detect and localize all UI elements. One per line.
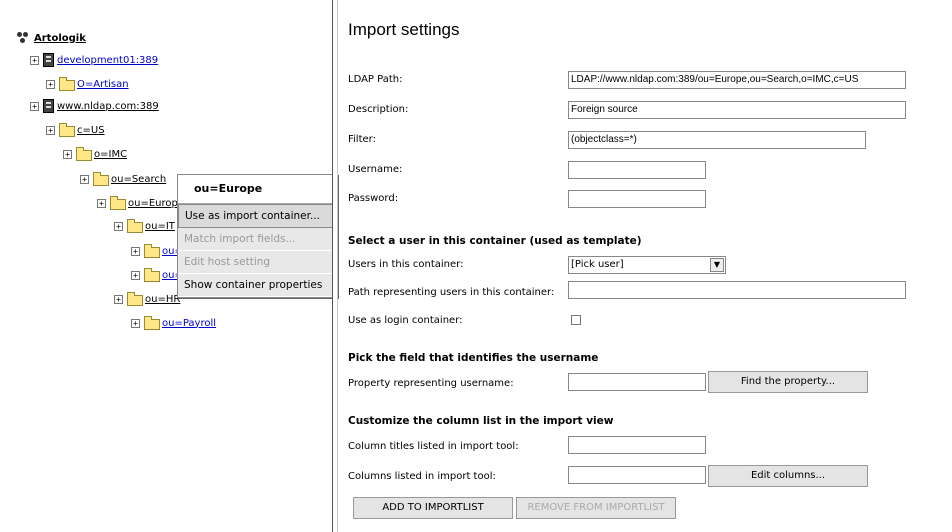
expand-icon[interactable]: + [46, 79, 55, 89]
folder-icon [144, 315, 160, 330]
users-label: Users in this container: [348, 259, 464, 270]
col-titles-label: Column titles listed in import tool: [348, 441, 519, 452]
find-property-button[interactable]: Find the property... [708, 371, 868, 393]
expand-icon[interactable]: + [131, 246, 140, 256]
add-to-importlist-button[interactable]: ADD TO IMPORTLIST [353, 497, 513, 519]
tree-node[interactable]: + www.nldap.com:389 [30, 99, 159, 113]
password-input[interactable] [568, 190, 706, 208]
edit-columns-button[interactable]: Edit columns... [708, 465, 868, 487]
remove-from-importlist-button[interactable]: REMOVE FROM IMPORTLIST [516, 497, 676, 519]
login-container-label: Use as login container: [348, 315, 463, 326]
expand-icon[interactable]: + [63, 149, 72, 159]
tree-node-label[interactable]: ou=HR [145, 294, 180, 305]
tree-root-label[interactable]: Artologik [34, 33, 86, 44]
filter-input[interactable]: (objectclass=*) [568, 131, 866, 149]
context-menu: ou=Europe Use as import container... Mat… [177, 174, 338, 298]
tree-panel: Artologik + development01:389 + O=Artisa… [0, 0, 338, 532]
property-input[interactable] [568, 373, 706, 391]
tree-root[interactable]: Artologik [17, 31, 86, 45]
expand-icon[interactable]: + [131, 270, 140, 280]
filter-label: Filter: [348, 134, 376, 145]
tree-node[interactable]: + ou=HR [114, 291, 180, 306]
tree-node[interactable]: + ou=Search [80, 171, 166, 186]
page-title: Import settings [348, 20, 460, 39]
import-settings-panel: Import settings LDAP Path: LDAP://www.nl… [338, 0, 952, 532]
path-users-label: Path representing users in this containe… [348, 287, 555, 298]
tree-node-label[interactable]: ou=Search [111, 174, 166, 185]
users-select-value: [Pick user] [571, 259, 624, 270]
username-input[interactable] [568, 161, 706, 179]
tree-node[interactable]: + development01:389 [30, 53, 158, 67]
tree-node-label[interactable]: o=IMC [94, 149, 127, 160]
menu-item-show-container-properties[interactable]: Show container properties [178, 274, 337, 297]
section-user-heading: Select a user in this container (used as… [348, 235, 642, 247]
menu-item-edit-host-setting[interactable]: Edit host setting [178, 251, 337, 274]
path-users-input[interactable] [568, 281, 906, 299]
tree-node[interactable]: + ou=Payroll [131, 315, 216, 330]
tree-node[interactable]: + ou= [131, 267, 183, 282]
tree-node-label[interactable]: www.nldap.com:389 [57, 101, 159, 112]
tree-node[interactable]: + ou=Europ [97, 195, 178, 210]
expand-icon[interactable]: + [114, 294, 123, 304]
expand-icon[interactable]: + [131, 318, 140, 328]
folder-icon [127, 218, 143, 233]
username-label: Username: [348, 164, 403, 175]
expand-icon[interactable]: + [46, 125, 55, 135]
login-container-checkbox[interactable] [571, 315, 581, 325]
tree-node-label[interactable]: c=US [77, 125, 105, 136]
tree-node-label[interactable]: O=Artisan [77, 79, 129, 90]
description-label: Description: [348, 104, 409, 115]
folder-icon [127, 291, 143, 306]
ldap-path-input[interactable]: LDAP://www.nldap.com:389/ou=Europe,ou=Se… [568, 71, 906, 89]
tree-node[interactable]: + O=Artisan [46, 76, 129, 91]
server-icon [43, 53, 54, 67]
description-input[interactable]: Foreign source [568, 101, 906, 119]
context-menu-title: ou=Europe [178, 175, 337, 204]
expand-icon[interactable]: + [30, 55, 39, 65]
folder-icon [144, 243, 160, 258]
tree-node[interactable]: + ou= [131, 243, 183, 258]
server-icon [43, 99, 54, 113]
expand-icon[interactable]: + [114, 221, 123, 231]
section-username-heading: Pick the field that identifies the usern… [348, 352, 599, 364]
folder-icon [76, 146, 92, 161]
expand-icon[interactable]: + [80, 174, 89, 184]
tree-node-label[interactable]: development01:389 [57, 55, 158, 66]
col-titles-input[interactable] [568, 436, 706, 454]
folder-icon [110, 195, 126, 210]
cols-label: Columns listed in import tool: [348, 471, 496, 482]
expand-icon[interactable]: + [30, 101, 39, 111]
tree-node[interactable]: + o=IMC [63, 146, 127, 161]
menu-item-use-as-import-container[interactable]: Use as import container... [178, 204, 337, 228]
tree-node[interactable]: + c=US [46, 122, 105, 137]
people-icon [17, 32, 31, 44]
tree-node-label[interactable]: ou=Payroll [162, 318, 216, 329]
tree-node-label[interactable]: ou=Europ [128, 198, 178, 209]
property-label: Property representing username: [348, 378, 514, 389]
expand-icon[interactable]: + [97, 198, 106, 208]
tree-node-label[interactable]: ou=IT [145, 221, 175, 232]
folder-icon [59, 76, 75, 91]
folder-icon [93, 171, 109, 186]
chevron-down-icon[interactable]: ▼ [710, 258, 724, 272]
password-label: Password: [348, 193, 399, 204]
tree-node[interactable]: + ou=IT [114, 218, 175, 233]
ldap-path-label: LDAP Path: [348, 74, 403, 85]
section-columns-heading: Customize the column list in the import … [348, 415, 614, 427]
folder-icon [144, 267, 160, 282]
users-select[interactable]: [Pick user] ▼ [568, 256, 726, 274]
menu-item-match-import-fields[interactable]: Match import fields... [178, 228, 337, 251]
cols-input[interactable] [568, 466, 706, 484]
folder-icon [59, 122, 75, 137]
